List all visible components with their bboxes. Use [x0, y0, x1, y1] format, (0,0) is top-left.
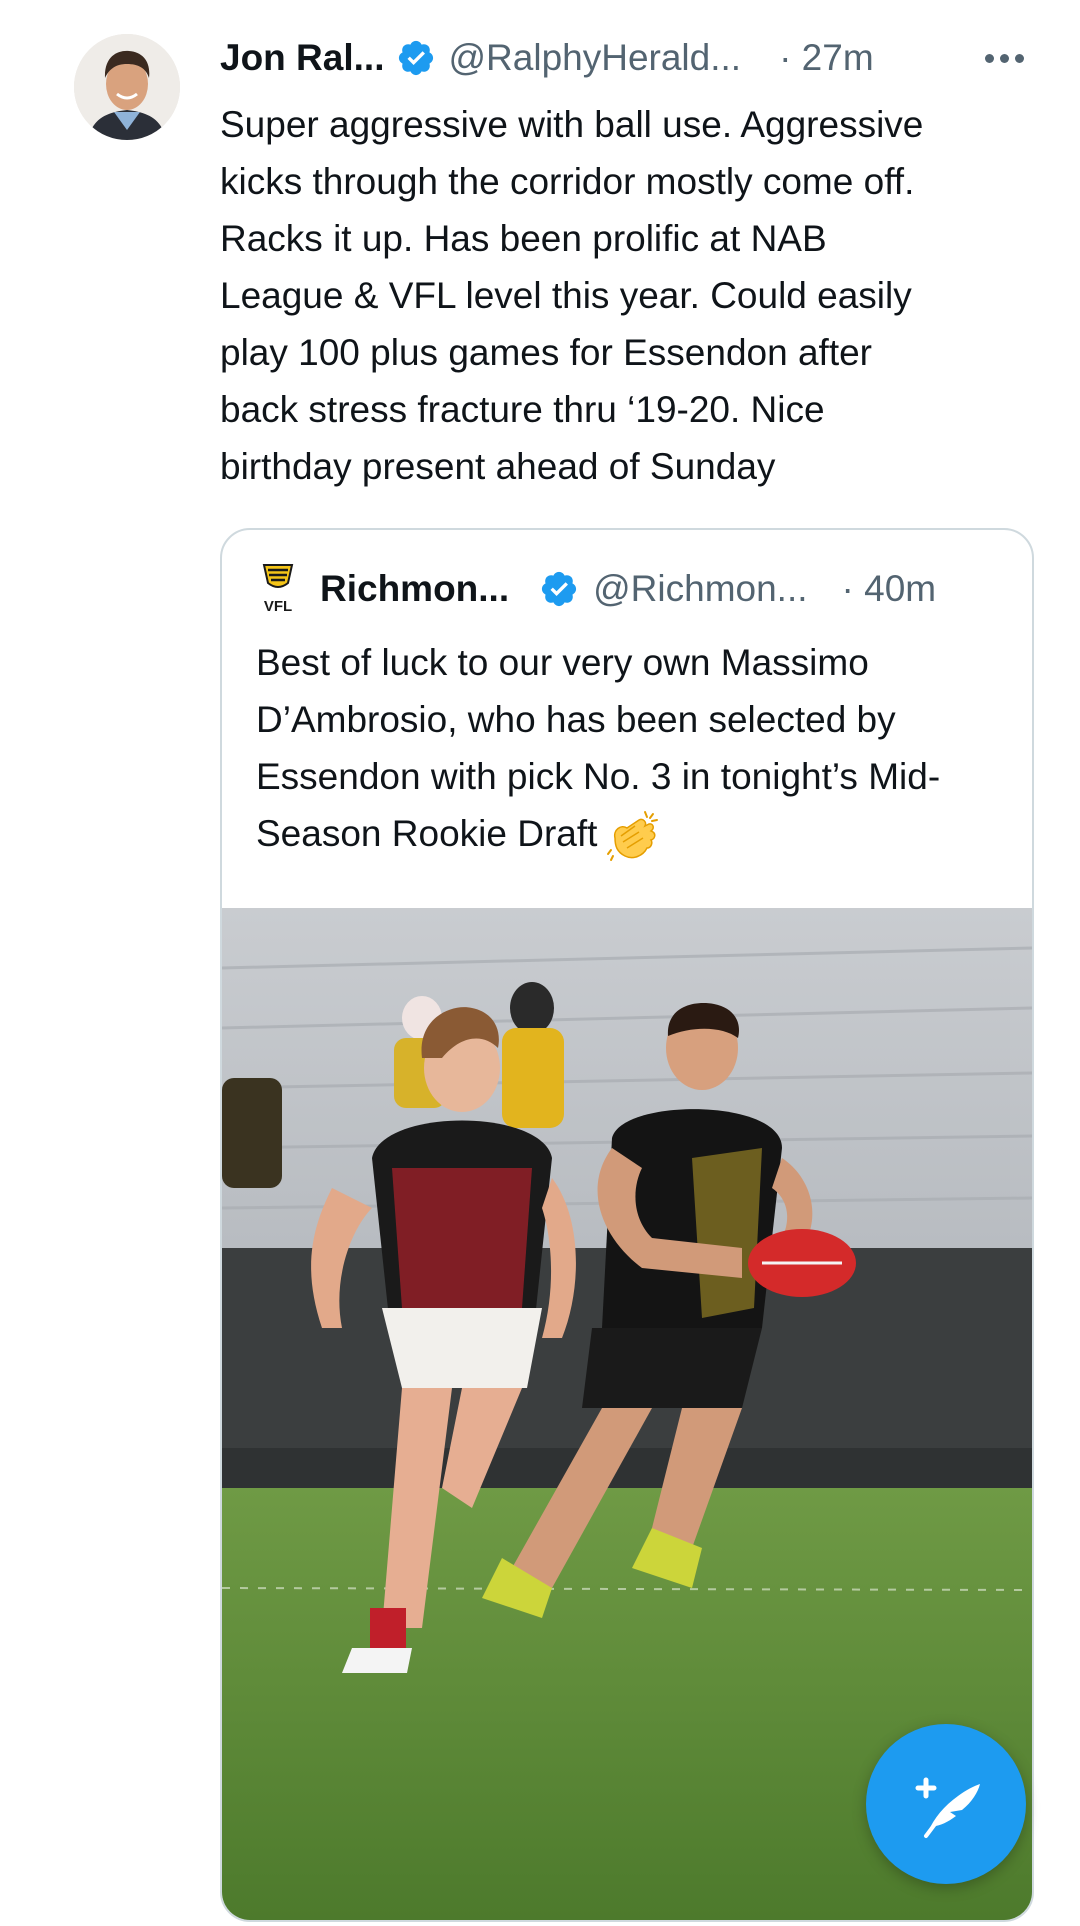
tweet-timestamp[interactable]: · 27m — [779, 37, 874, 79]
quoted-author-handle[interactable]: @Richmon... — [593, 568, 807, 610]
verified-badge-icon — [396, 38, 436, 78]
quoted-author-name[interactable]: Richmon... — [320, 568, 509, 610]
richmond-club-logo-icon: VFL — [262, 564, 294, 615]
quoted-tweet-card[interactable]: VFL Richmon... @Richmon... · 40m Best of… — [220, 528, 1034, 1922]
profile-photo-avatar — [74, 34, 180, 140]
quoted-tweet-header: VFL Richmon... @Richmon... · 40m — [256, 558, 1016, 620]
tweet-header: Jon Ral... @RalphyHerald... · 27m — [220, 34, 1040, 82]
compose-tweet-icon — [915, 1777, 980, 1838]
quoted-tweet-text-content: Best of luck to our very own Massimo D’A… — [256, 642, 941, 854]
svg-text:VFL: VFL — [264, 598, 292, 615]
quoted-tweet-timestamp[interactable]: · 40m — [842, 568, 937, 610]
verified-badge-icon — [539, 569, 579, 609]
tweet-text: Super aggressive with ball use. Aggressi… — [220, 104, 924, 487]
compose-tweet-button[interactable] — [866, 1724, 1026, 1884]
quoted-tweet-text: Best of luck to our very own Massimo D’A… — [256, 634, 1006, 864]
author-handle[interactable]: @RalphyHerald... — [448, 37, 741, 79]
more-options-icon[interactable] — [985, 34, 1024, 82]
clapping-hands-icon — [607, 811, 659, 862]
author-name[interactable]: Jon Ral... — [220, 37, 384, 79]
author-avatar[interactable] — [74, 34, 180, 140]
